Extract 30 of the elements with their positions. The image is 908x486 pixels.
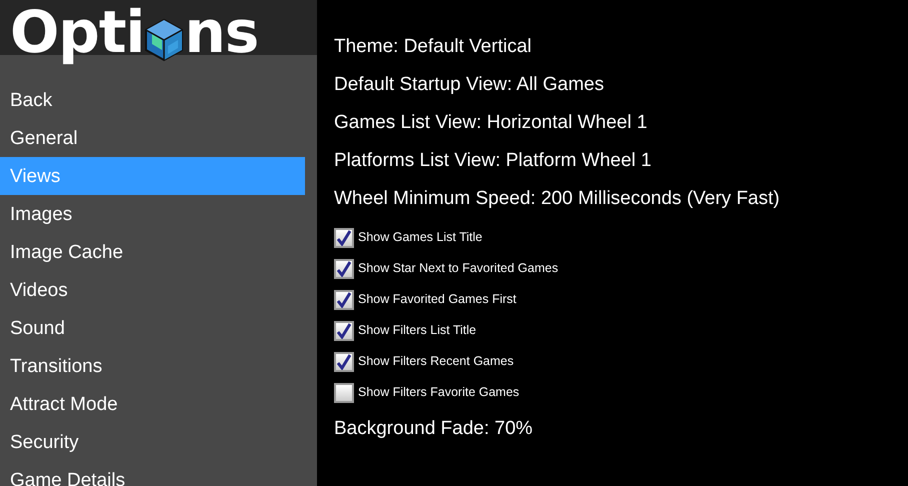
menu-item[interactable]: Image Cache	[0, 233, 305, 271]
checkbox[interactable]	[334, 352, 354, 372]
checkbox-label: Show Filters Favorite Games	[358, 384, 520, 402]
setting-option[interactable]: Background Fade: 70%	[334, 414, 908, 452]
checkbox-label: Show Filters Recent Games	[358, 353, 514, 370]
checkbox[interactable]	[334, 258, 354, 278]
menu-item[interactable]: Transitions	[0, 347, 305, 385]
menu-item[interactable]: Back	[0, 81, 305, 119]
checkbox[interactable]	[334, 320, 354, 340]
setting-option[interactable]: Games List View: Horizontal Wheel 1	[334, 108, 908, 146]
checkbox-label: Show Filters List Title	[358, 322, 476, 340]
checkbox-label: Show Star Next to Favorited Games	[358, 260, 558, 278]
menu-item[interactable]: Sound	[0, 309, 305, 347]
menu-item[interactable]: Security	[0, 423, 305, 461]
checkbox[interactable]	[334, 290, 354, 310]
menu-item[interactable]: Attract Mode	[0, 385, 305, 423]
menu-item[interactable]: Videos	[0, 271, 305, 309]
setting-option[interactable]: Default Startup View: All Games	[334, 70, 908, 108]
checkbox-label: Show Games List Title	[358, 229, 482, 246]
menu-item[interactable]: Images	[0, 195, 305, 233]
checkbox[interactable]	[334, 228, 354, 248]
cube-icon	[144, 18, 184, 62]
setting-option[interactable]: Theme: Default Vertical	[334, 32, 908, 70]
menu-item[interactable]: General	[0, 119, 305, 157]
title-text: ns	[184, 3, 258, 61]
setting-option[interactable]: Wheel Minimum Speed: 200 Milliseconds (Very Fast)	[334, 184, 908, 222]
checkbox[interactable]	[334, 382, 354, 402]
checkbox-label: Show Favorited Games First	[358, 291, 516, 308]
setting-option[interactable]: Platforms List View: Platform Wheel 1	[334, 146, 908, 184]
menu-item[interactable]: Game Details	[0, 461, 305, 486]
